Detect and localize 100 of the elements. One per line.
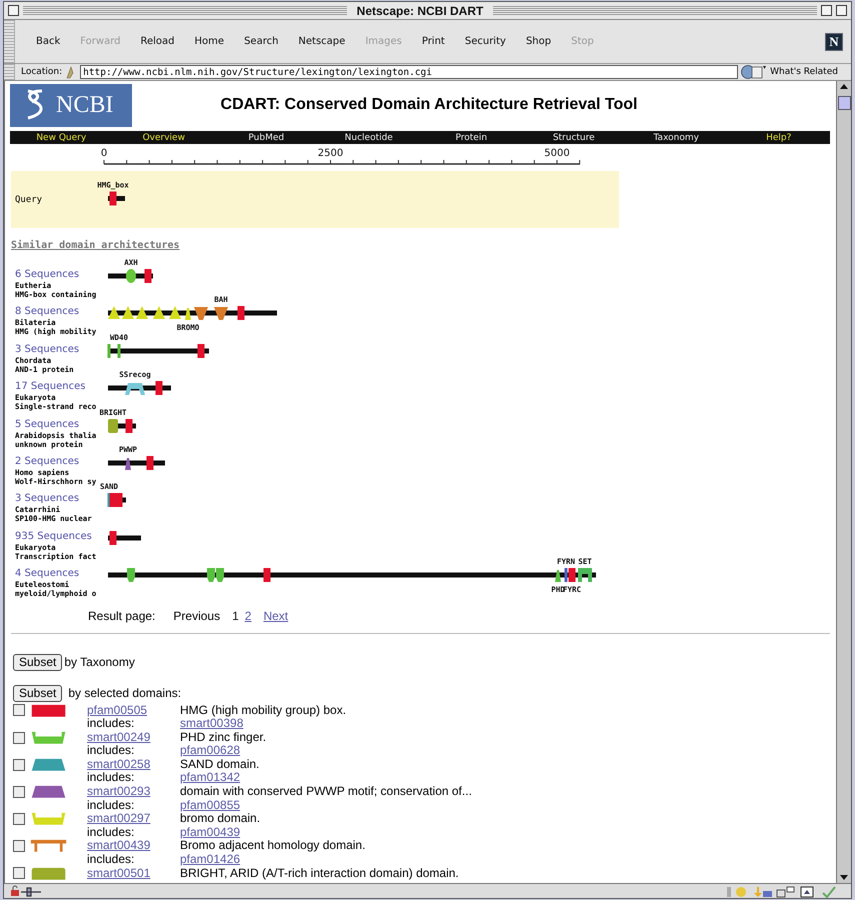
domain-marker[interactable] — [144, 269, 152, 283]
accession-link[interactable]: pfam00628 — [180, 743, 240, 758]
page-link[interactable]: 1 — [232, 608, 239, 623]
toolbar-button[interactable]: Home — [186, 36, 236, 47]
toolbar-grip[interactable] — [4, 64, 15, 80]
sequences-link[interactable]: 935 Sequences — [15, 530, 95, 543]
domain-marker[interactable] — [125, 458, 131, 470]
domain-marker[interactable] — [108, 344, 110, 358]
next-link[interactable]: Next — [263, 608, 288, 623]
nav-link[interactable]: PubMed — [215, 132, 318, 142]
accession-link[interactable]: smart00258 — [87, 758, 180, 772]
collapse-box[interactable] — [821, 5, 832, 16]
domain-checkbox[interactable] — [13, 704, 25, 716]
domain-marker[interactable] — [126, 269, 136, 283]
domain-checkbox[interactable] — [13, 758, 25, 771]
nav-link[interactable]: Protein — [420, 132, 522, 142]
domain-marker[interactable] — [110, 530, 116, 545]
includes-label: includes: — [87, 798, 136, 812]
domain-marker[interactable] — [555, 570, 561, 582]
domain-checkbox[interactable] — [13, 813, 25, 826]
domain-marker[interactable] — [127, 568, 135, 582]
domain-checkbox[interactable] — [13, 840, 25, 852]
accession-link[interactable]: pfam01426 — [180, 852, 240, 866]
domain-marker[interactable] — [264, 568, 270, 582]
toolbar-button[interactable]: Security — [456, 36, 517, 47]
accession-link[interactable]: pfam00439 — [180, 824, 240, 839]
sequences-link[interactable]: 3 Sequences — [15, 344, 95, 356]
includes-label: includes: — [87, 771, 136, 786]
domain-marker[interactable] — [185, 308, 191, 320]
zoom-box[interactable] — [836, 5, 847, 16]
nav-link[interactable]: New Query — [10, 132, 112, 142]
sequences-link[interactable]: 5 Sequences — [15, 418, 95, 431]
ncbi-logo[interactable]: NCBI — [10, 84, 132, 126]
whats-related-button[interactable]: What's Related — [770, 67, 838, 77]
accession-link[interactable]: smart00439 — [87, 839, 180, 854]
accession-link[interactable]: pfam00855 — [180, 798, 240, 812]
domain-description: SAND domain. — [180, 758, 260, 772]
domain-marker[interactable] — [156, 381, 162, 396]
sequences-link[interactable]: 4 Sequences — [15, 568, 95, 580]
domain-marker[interactable] — [118, 344, 120, 358]
related-icon[interactable] — [740, 64, 768, 80]
nav-link[interactable]: Taxonomy — [625, 132, 728, 142]
subset-button[interactable]: Subset — [13, 654, 62, 671]
toolbar-button[interactable]: Netscape — [289, 36, 356, 47]
nav-link[interactable]: Help? — [728, 132, 830, 142]
domain-marker[interactable] — [153, 306, 165, 320]
domain-marker[interactable] — [125, 383, 145, 396]
accession-link[interactable]: smart00501 — [87, 866, 180, 880]
subset-button[interactable]: Subset — [13, 684, 62, 702]
nav-link[interactable]: Overview — [112, 132, 215, 142]
domain-marker[interactable] — [238, 306, 244, 320]
domain-marker[interactable] — [146, 456, 154, 470]
domain-marker[interactable] — [108, 306, 120, 320]
domain-checkbox[interactable] — [13, 867, 25, 880]
nav-link[interactable]: Structure — [522, 132, 625, 142]
scrollbar[interactable] — [836, 81, 851, 883]
domain-marker[interactable] — [578, 568, 592, 582]
domain-marker[interactable] — [169, 306, 181, 320]
domain-marker[interactable] — [116, 493, 122, 508]
domain-marker[interactable] — [564, 568, 568, 582]
domain-checkbox[interactable] — [13, 786, 25, 798]
toolbar-button[interactable]: Reload — [132, 36, 186, 47]
url-field[interactable]: http://www.ncbi.nlm.nih.gov/Structure/lexington/lexington.cgi — [80, 65, 738, 79]
toolbar-grip[interactable] — [4, 20, 15, 63]
domain-marker[interactable] — [207, 568, 215, 582]
close-box[interactable] — [8, 5, 19, 16]
toolbar-button[interactable]: Print — [412, 36, 456, 47]
sequences-link[interactable]: 8 Sequences — [15, 306, 95, 318]
accession-link[interactable]: smart00249 — [87, 730, 180, 744]
brand-button[interactable]: N — [825, 32, 843, 50]
page-link[interactable]: 2 — [244, 608, 252, 623]
includes-label: includes: — [87, 717, 134, 731]
scroll-thumb[interactable] — [838, 96, 850, 110]
sequences-link[interactable]: 17 Sequences — [15, 381, 95, 394]
domain-marker[interactable] — [108, 418, 118, 433]
domain-marker[interactable] — [216, 568, 224, 582]
toolbar-button[interactable]: Search — [235, 36, 290, 47]
toolbar-button[interactable]: Back — [27, 36, 72, 47]
accession-link[interactable]: smart00297 — [87, 812, 180, 826]
domain-marker[interactable] — [110, 192, 116, 206]
nav-link[interactable]: Nucleotide — [318, 132, 420, 142]
domain-marker[interactable] — [194, 307, 208, 320]
includes-label: includes: — [87, 744, 136, 758]
domain-marker[interactable] — [198, 344, 204, 358]
domain-marker[interactable] — [214, 307, 228, 320]
accession-link[interactable]: pfam00505 — [87, 704, 180, 718]
sequences-link[interactable]: 6 Sequences — [15, 269, 95, 281]
accession-link[interactable]: smart00398 — [180, 716, 244, 730]
security-plug-drawing[interactable] — [10, 885, 44, 897]
domain-marker[interactable] — [122, 306, 134, 320]
sequences-link[interactable]: 3 Sequences — [15, 493, 95, 506]
domain-marker[interactable] — [136, 306, 148, 320]
domain-marker[interactable] — [126, 418, 132, 433]
domain-marker[interactable] — [568, 568, 576, 582]
domain-checkbox[interactable] — [13, 732, 25, 744]
domain-description: PHD zinc finger. — [180, 730, 268, 744]
toolbar-button[interactable]: Shop — [516, 36, 562, 47]
sequences-link[interactable]: 2 Sequences — [15, 456, 95, 468]
accession-link[interactable]: pfam01342 — [180, 770, 240, 784]
accession-link[interactable]: smart00293 — [87, 785, 180, 799]
